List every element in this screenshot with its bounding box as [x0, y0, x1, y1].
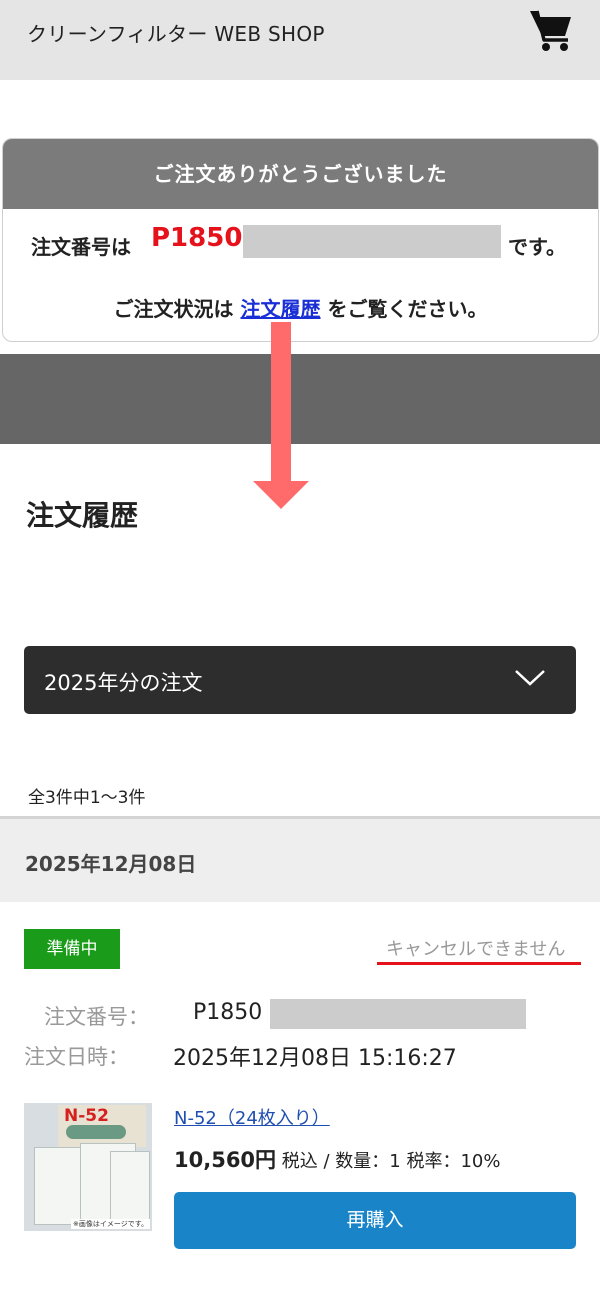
thanks-heading: ご注文ありがとうございました: [3, 139, 598, 209]
header: クリーンフィルター WEB SHOP: [0, 0, 600, 80]
order-number-label: 注文番号：: [44, 1005, 149, 1029]
order-number-value: P1850: [193, 1000, 263, 1025]
redacted-order-number: [243, 225, 501, 258]
status-suffix: をご覧ください。: [327, 297, 488, 321]
shop-title: クリーンフィルター WEB SHOP: [27, 22, 325, 46]
redacted-order-number-2: [270, 999, 526, 1029]
product-name-link[interactable]: N-52（24枚入り）: [174, 1104, 330, 1130]
product-image-band: [66, 1125, 126, 1139]
order-complete-box: ご注文ありがとうございました 注文番号は P1850 です。 ご注文状況は 注文…: [2, 138, 599, 342]
arrow-down-icon: [271, 322, 291, 482]
order-date-band: 2025年12月08日: [0, 816, 600, 902]
price-line: 10,560円 税込 / 数量：1 税率：10%: [174, 1144, 500, 1174]
cancel-note: キャンセルできません: [386, 939, 566, 960]
order-datetime-label: 注文日時：: [24, 1045, 129, 1069]
shopping-cart-icon[interactable]: [527, 6, 575, 54]
order-number: P1850: [151, 223, 243, 253]
status-badge: 準備中: [24, 929, 120, 969]
dark-band: [0, 354, 600, 444]
page-title: 注文履歴: [26, 499, 139, 532]
order-datetime-value: 2025年12月08日 15:16:27: [173, 1046, 457, 1071]
product-price: 10,560円: [174, 1148, 277, 1172]
cancel-note-underline: [377, 962, 581, 965]
arrow-head: [253, 481, 309, 509]
order-number-line: 注文番号は P1850 です。: [3, 223, 598, 263]
order-date: 2025年12月08日: [25, 852, 197, 876]
order-status-line: ご注文状況は 注文履歴 をご覧ください。: [3, 293, 598, 322]
product-details: 税込 / 数量：1 税率：10%: [281, 1151, 501, 1172]
product-sheet: [110, 1151, 150, 1221]
product-image-code: N-52: [64, 1106, 109, 1126]
status-prefix: ご注文状況は: [113, 297, 234, 321]
rebuy-button[interactable]: 再購入: [174, 1192, 576, 1249]
image-note: ※画像はイメージです。: [70, 1219, 150, 1229]
order-number-suffix: です。: [508, 235, 566, 259]
order-history-link[interactable]: 注文履歴: [241, 297, 321, 321]
product-image[interactable]: N-52 ※画像はイメージです。: [24, 1103, 152, 1231]
order-number-prefix: 注文番号は: [31, 235, 131, 259]
result-count: 全3件中1〜3件: [28, 788, 146, 808]
year-select-value: 2025年分の注文: [44, 671, 203, 695]
chevron-down-icon: [515, 670, 545, 686]
year-select[interactable]: 2025年分の注文: [24, 646, 576, 714]
